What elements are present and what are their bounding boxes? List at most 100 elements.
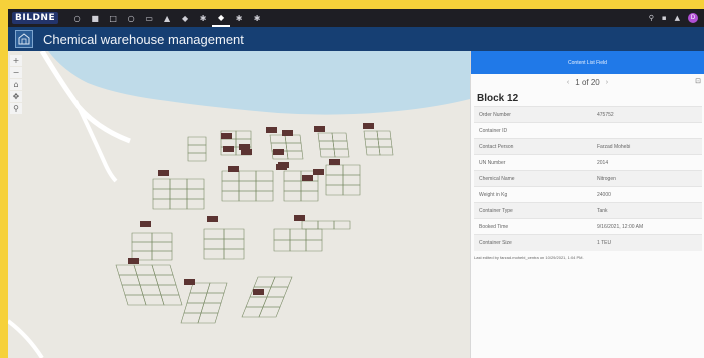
container-marker[interactable]: [207, 216, 218, 222]
storage-block[interactable]: [301, 220, 351, 230]
table-row: Container Type Tank: [474, 202, 702, 219]
app-window: BILDNE ○ ■ □ ○ ▭ ▲ ◆ ✱ ◆ ✱ ✱ ⚲ ▪ ▲ D Chemical ware…: [8, 9, 704, 358]
map-view[interactable]: + − ⌂ ✥ ⚲: [8, 51, 470, 358]
road: [8, 319, 44, 358]
circle-outline-icon[interactable]: ○: [122, 9, 140, 27]
container-marker[interactable]: [241, 149, 252, 155]
folder-icon[interactable]: ■: [86, 9, 104, 27]
storage-block[interactable]: [115, 264, 183, 306]
container-marker[interactable]: [228, 166, 239, 172]
app-logo: BILDNE: [12, 12, 59, 24]
toolbar-right: ⚲ ▪ ▲ D: [649, 9, 698, 27]
storage-block[interactable]: [325, 164, 361, 196]
attribute-label: Contact Person: [474, 138, 592, 155]
water-body: [48, 51, 470, 115]
attribute-table: Order Number 475752 Container ID Contact Pe…: [474, 106, 702, 251]
storage-block[interactable]: [131, 232, 173, 261]
attribute-value: [592, 122, 702, 139]
container-marker[interactable]: [140, 221, 151, 227]
container-marker[interactable]: [314, 126, 325, 132]
storage-block[interactable]: [221, 170, 274, 202]
search-icon[interactable]: ⚲: [649, 14, 654, 22]
storage-block[interactable]: [269, 134, 304, 160]
storage-block[interactable]: [317, 132, 350, 158]
container-marker[interactable]: [128, 258, 139, 264]
avatar[interactable]: D: [688, 13, 698, 23]
storage-block[interactable]: [187, 136, 207, 162]
attribute-label: Order Number: [474, 106, 592, 123]
map-controls: + − ⌂ ✥ ⚲: [10, 55, 22, 114]
table-row: Weight in Kg 24000: [474, 186, 702, 203]
attribute-value: Tank: [592, 202, 702, 219]
attribute-label: Chemical Name: [474, 170, 592, 187]
attribute-value: 2014: [592, 154, 702, 171]
container-marker[interactable]: [363, 123, 374, 129]
next-icon[interactable]: ›: [606, 79, 608, 86]
attribute-label: Container Size: [474, 234, 592, 251]
popup-header[interactable]: Content List Field: [471, 51, 704, 74]
popup-pager: ‹ 1 of 20 › ⊡: [471, 74, 704, 90]
road: [74, 100, 118, 183]
attribute-value: Nitrogen: [592, 170, 702, 187]
storage-block[interactable]: [273, 228, 323, 252]
container-marker[interactable]: [184, 279, 195, 285]
container-marker[interactable]: [329, 159, 340, 165]
calendar-icon[interactable]: ▭: [140, 9, 158, 27]
storage-block[interactable]: [241, 276, 293, 318]
table-row: Container Size 1 TEU: [474, 234, 702, 251]
top-toolbar: BILDNE ○ ■ □ ○ ▭ ▲ ◆ ✱ ◆ ✱ ✱ ⚲ ▪ ▲ D: [8, 9, 704, 27]
building-icon[interactable]: ▲: [158, 9, 176, 27]
app-header: Chemical warehouse management: [8, 27, 704, 51]
feature-popup: Content List Field ‹ 1 of 20 › ⊡ Block 1…: [470, 51, 704, 358]
pager-count: 1 of 20: [575, 77, 600, 87]
monitor-icon[interactable]: □: [104, 9, 122, 27]
table-row: UN Number 2014: [474, 154, 702, 171]
dock-icon[interactable]: ⊡: [695, 77, 701, 85]
attribute-label: UN Number: [474, 154, 592, 171]
container-marker[interactable]: [221, 133, 232, 139]
home-icon[interactable]: ⌂: [10, 79, 22, 90]
notification-icon[interactable]: ▪: [662, 14, 667, 22]
container-marker[interactable]: [253, 289, 264, 295]
storage-block[interactable]: [180, 282, 228, 324]
container-marker[interactable]: [313, 169, 324, 175]
attribute-value: 24000: [592, 186, 702, 203]
container-marker[interactable]: [273, 149, 284, 155]
attribute-label: Booked Time: [474, 218, 592, 235]
popup-title: Block 12: [477, 93, 519, 104]
search-icon[interactable]: ⚲: [10, 103, 22, 114]
attribute-value: 1 TEU: [592, 234, 702, 251]
container-marker[interactable]: [276, 164, 287, 170]
container-marker[interactable]: [266, 127, 277, 133]
factory-icon[interactable]: ◆: [176, 9, 194, 27]
container-marker[interactable]: [158, 170, 169, 176]
table-row: Contact Person Farzad Mohebi: [474, 138, 702, 155]
attribute-value: 475752: [592, 106, 702, 123]
zoom-in-icon[interactable]: +: [10, 55, 22, 66]
container-marker[interactable]: [223, 146, 234, 152]
attribute-label: Weight in Kg: [474, 186, 592, 203]
warehouse-icon[interactable]: ◆: [212, 9, 231, 27]
attribute-value: Farzad Mohebi: [592, 138, 702, 155]
attribute-label: Container ID: [474, 122, 592, 139]
page-title: Chemical warehouse management: [43, 31, 244, 47]
container-marker[interactable]: [294, 215, 305, 221]
edit-info: Last edited by farzad.mohebi_centra on 1…: [474, 254, 584, 260]
map-canvas[interactable]: [8, 51, 470, 358]
locate-icon[interactable]: ✥: [10, 91, 22, 102]
storage-block[interactable]: [363, 130, 394, 156]
table-row: Order Number 475752: [474, 106, 702, 123]
storage-block[interactable]: [203, 228, 245, 260]
table-row: Booked Time 9/16/2021, 12:00 AM: [474, 218, 702, 235]
previous-icon[interactable]: ‹: [567, 79, 569, 86]
gear-icon[interactable]: ✱: [194, 9, 212, 27]
container-marker[interactable]: [302, 175, 313, 181]
storage-block[interactable]: [152, 178, 205, 210]
zoom-out-icon[interactable]: −: [10, 67, 22, 78]
tank-icon[interactable]: ✱: [230, 9, 248, 27]
container-marker[interactable]: [282, 130, 293, 136]
attribute-value: 9/16/2021, 12:00 AM: [592, 218, 702, 235]
bell-icon[interactable]: ▲: [675, 14, 680, 22]
circle-icon[interactable]: ○: [68, 9, 86, 27]
grid-icon[interactable]: ✱: [248, 9, 266, 27]
